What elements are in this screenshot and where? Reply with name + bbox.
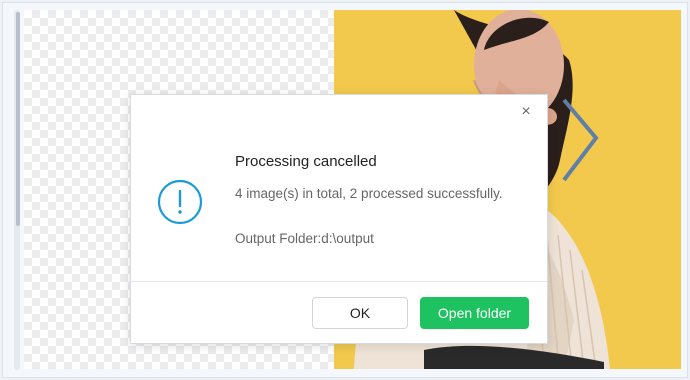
- ok-button[interactable]: OK: [312, 297, 408, 329]
- close-icon[interactable]: ×: [517, 103, 535, 121]
- processing-cancelled-dialog: × Processing cancelled 4 image(s) in tot…: [130, 94, 548, 344]
- dialog-message: 4 image(s) in total, 2 processed success…: [235, 186, 503, 201]
- app-window: × Processing cancelled 4 image(s) in tot…: [0, 0, 690, 380]
- open-folder-button[interactable]: Open folder: [420, 297, 529, 329]
- output-folder-text: Output Folder:d:\output: [235, 231, 374, 246]
- vertical-scrollbar-thumb[interactable]: [16, 12, 20, 226]
- dialog-divider: [131, 281, 547, 282]
- exclamation-circle-icon: [157, 179, 203, 225]
- dialog-title: Processing cancelled: [235, 153, 377, 170]
